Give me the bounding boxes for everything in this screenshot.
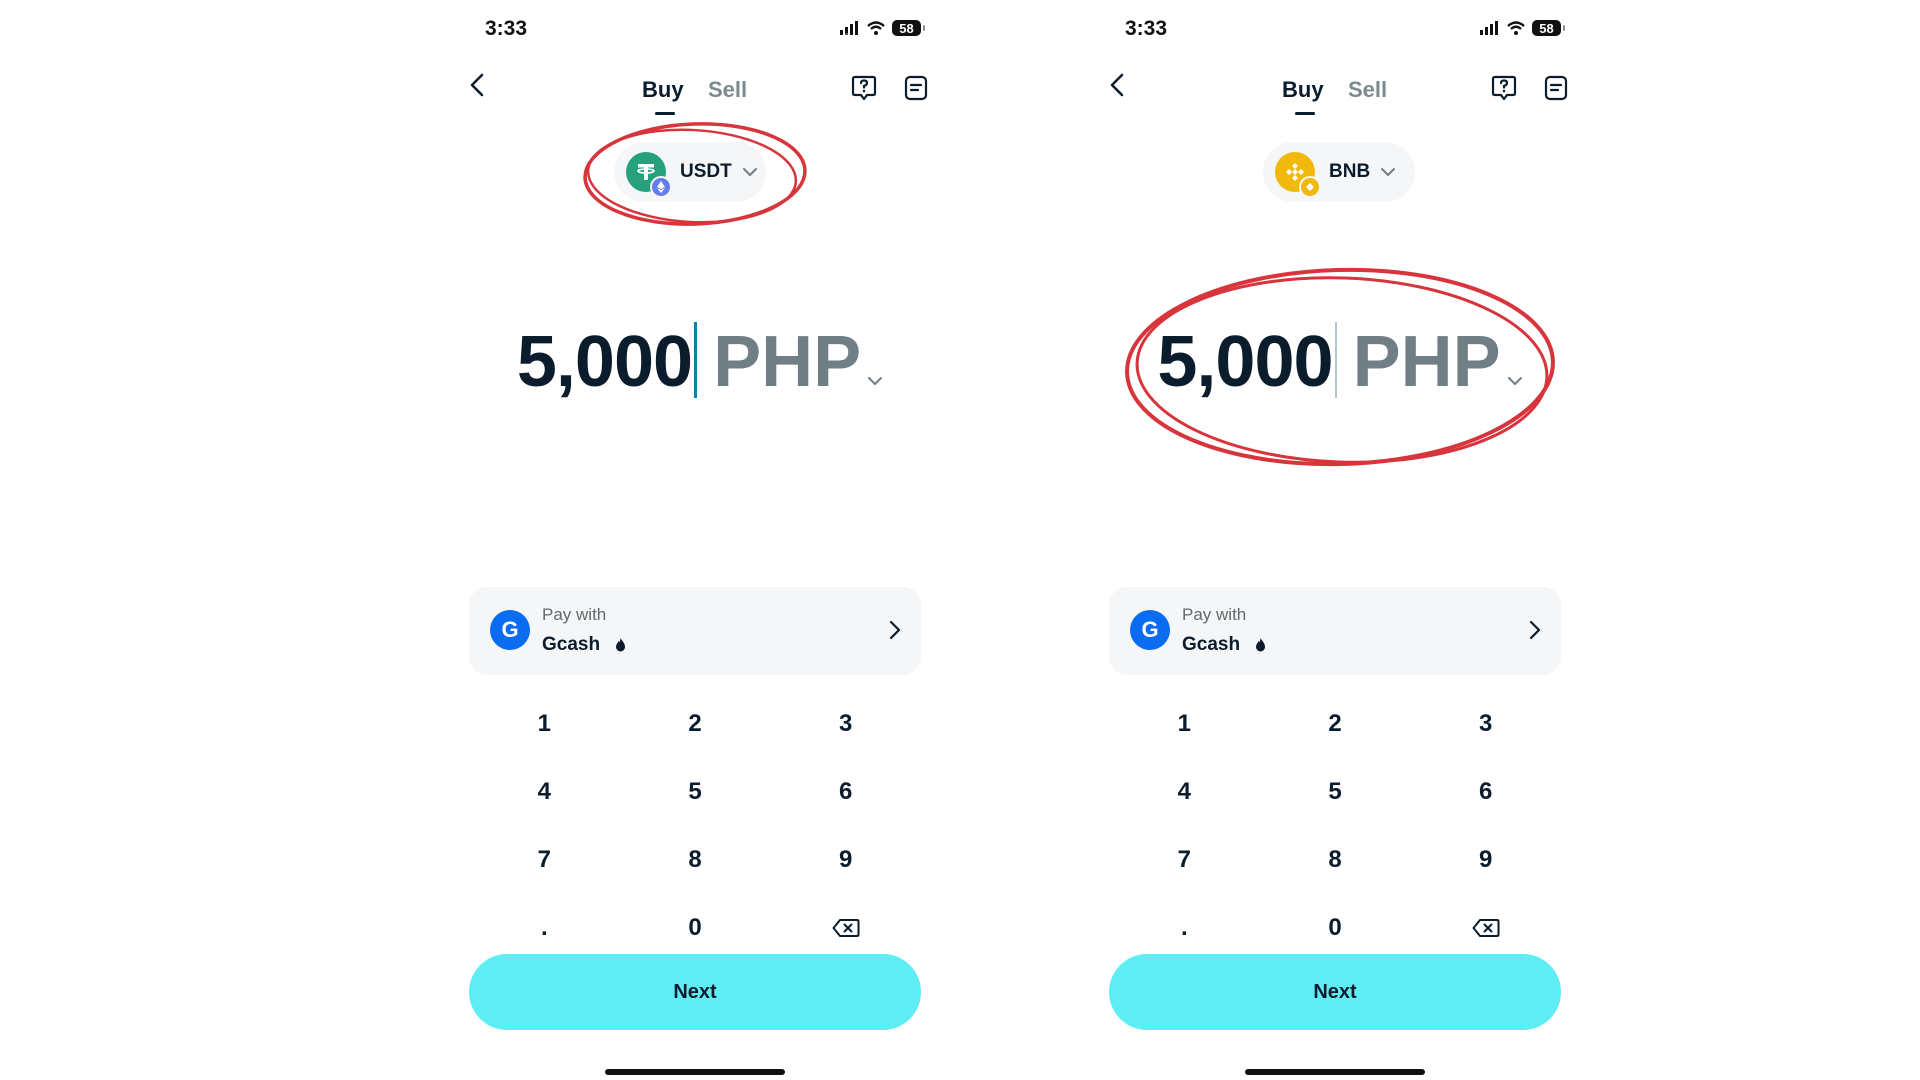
tether-icon [626, 152, 672, 198]
backspace-icon [1472, 919, 1500, 937]
key-decimal[interactable]: . [1109, 894, 1260, 962]
ethereum-icon [650, 176, 672, 198]
cellular-signal-icon [1480, 21, 1498, 35]
home-indicator [1245, 1069, 1425, 1075]
tab-sell[interactable]: Sell [708, 77, 747, 103]
key-7[interactable]: 7 [469, 826, 620, 894]
key-9[interactable]: 9 [1410, 826, 1561, 894]
asset-selector[interactable]: BNB [1263, 142, 1415, 202]
backspace-key[interactable] [770, 894, 921, 962]
payment-method-name: Gcash [542, 634, 626, 656]
key-0[interactable]: 0 [620, 894, 771, 962]
amount-value: 5,000 [1157, 322, 1333, 402]
tab-sell[interactable]: Sell [1348, 77, 1387, 103]
order-history-button[interactable] [1543, 74, 1569, 107]
order-list-icon [1544, 75, 1568, 101]
key-3[interactable]: 3 [770, 690, 921, 758]
chevron-down-icon[interactable] [867, 376, 883, 386]
backspace-key[interactable] [1410, 894, 1561, 962]
payment-method-card[interactable]: G Pay with Gcash [469, 587, 921, 675]
text-cursor [694, 322, 698, 398]
next-button[interactable]: Next [1109, 954, 1561, 1030]
back-button[interactable] [465, 72, 489, 98]
chevron-down-icon[interactable] [1507, 376, 1523, 386]
asset-selector[interactable]: USDT [614, 142, 766, 202]
active-tab-indicator [655, 112, 675, 115]
key-5[interactable]: 5 [1260, 758, 1411, 826]
amount-display[interactable]: 5,000 PHP [1080, 322, 1600, 398]
help-button[interactable] [850, 74, 878, 107]
wifi-icon [1507, 21, 1525, 35]
home-indicator [605, 1069, 785, 1075]
pay-with-label: Pay with [542, 605, 607, 624]
pay-with-label: Pay with [1182, 605, 1247, 624]
key-1[interactable]: 1 [1109, 690, 1260, 758]
key-4[interactable]: 4 [469, 758, 620, 826]
key-decimal[interactable]: . [469, 894, 620, 962]
flame-icon [1256, 637, 1266, 652]
numeric-keypad: 1 2 3 4 5 6 7 8 9 . 0 [469, 690, 921, 962]
phone-screen-bnb: 3:33 58 Buy Sell BNB 5,000 PHP G Pay wit… [1080, 0, 1600, 1080]
key-8[interactable]: 8 [1260, 826, 1411, 894]
payment-method-name: Gcash [1182, 634, 1266, 656]
status-bar-icons: 58 [840, 20, 925, 36]
backspace-icon [832, 919, 860, 937]
fiat-currency-selector[interactable]: PHP [713, 326, 861, 398]
key-1[interactable]: 1 [469, 690, 620, 758]
battery-icon: 58 [1532, 20, 1565, 36]
chevron-down-icon [742, 168, 757, 176]
flame-icon [616, 637, 626, 652]
amount-value: 5,000 [516, 322, 693, 402]
key-3[interactable]: 3 [1410, 690, 1561, 758]
status-time: 3:33 [485, 17, 528, 40]
tab-buy[interactable]: Buy [642, 77, 684, 103]
status-bar-icons: 58 [1480, 20, 1565, 36]
next-button[interactable]: Next [469, 954, 921, 1030]
key-6[interactable]: 6 [1410, 758, 1561, 826]
battery-icon: 58 [892, 20, 925, 36]
help-question-icon [1491, 75, 1517, 101]
text-cursor [1334, 322, 1337, 398]
key-2[interactable]: 2 [620, 690, 771, 758]
numeric-keypad: 1 2 3 4 5 6 7 8 9 . 0 [1109, 690, 1561, 962]
chevron-down-icon [1381, 168, 1396, 176]
order-history-button[interactable] [903, 74, 929, 107]
status-time: 3:33 [1125, 17, 1168, 40]
wifi-icon [867, 21, 885, 35]
key-6[interactable]: 6 [770, 758, 921, 826]
chevron-right-icon [889, 620, 901, 640]
asset-name: BNB [1329, 161, 1371, 182]
gcash-icon: G [490, 610, 530, 650]
key-7[interactable]: 7 [1109, 826, 1260, 894]
order-list-icon [904, 75, 928, 101]
help-question-icon [851, 75, 877, 101]
key-9[interactable]: 9 [770, 826, 921, 894]
tab-buy[interactable]: Buy [1282, 77, 1324, 103]
bnb-icon [1275, 152, 1321, 198]
cellular-signal-icon [840, 21, 858, 35]
asset-name: USDT [680, 161, 732, 182]
active-tab-indicator [1295, 112, 1315, 115]
key-5[interactable]: 5 [620, 758, 771, 826]
gcash-icon: G [1130, 610, 1170, 650]
bnb-chain-icon [1299, 176, 1321, 198]
payment-method-card[interactable]: G Pay with Gcash [1109, 587, 1561, 675]
key-4[interactable]: 4 [1109, 758, 1260, 826]
key-8[interactable]: 8 [620, 826, 771, 894]
fiat-currency-selector[interactable]: PHP [1353, 326, 1501, 398]
chevron-left-icon [1110, 73, 1124, 97]
chevron-right-icon [1529, 620, 1541, 640]
chevron-left-icon [470, 73, 484, 97]
key-0[interactable]: 0 [1260, 894, 1411, 962]
phone-screen-usdt: 3:33 58 Buy Sell USDT 5,000 PHP G Pay wi… [440, 0, 960, 1080]
amount-display[interactable]: 5,000 PHP [440, 322, 960, 398]
back-button[interactable] [1105, 72, 1129, 98]
key-2[interactable]: 2 [1260, 690, 1411, 758]
help-button[interactable] [1490, 74, 1518, 107]
